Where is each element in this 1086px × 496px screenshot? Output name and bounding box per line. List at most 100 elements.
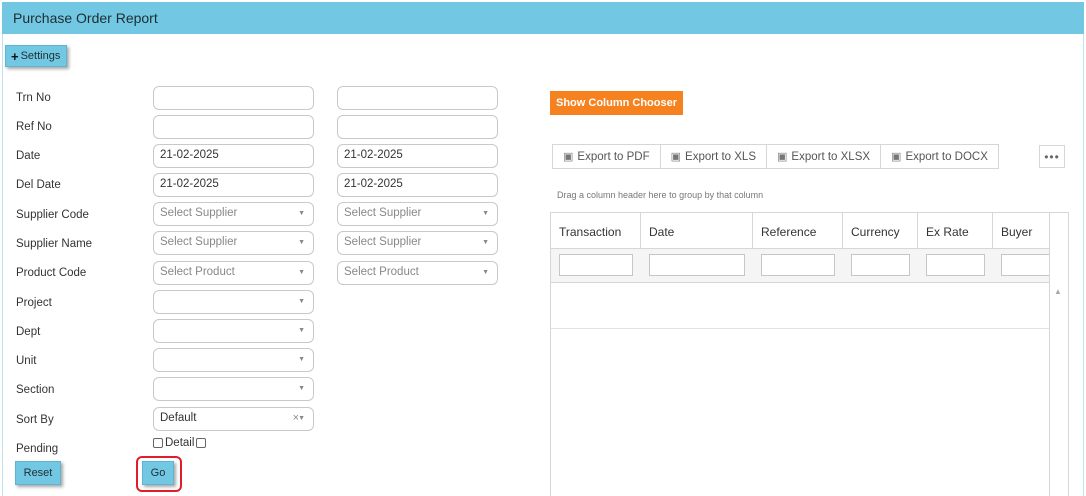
date-to-input[interactable]: 21-02-2025 bbox=[337, 144, 498, 168]
column-header-date[interactable]: Date bbox=[641, 213, 753, 249]
del-date-from-input[interactable]: 21-02-2025 bbox=[153, 173, 314, 197]
label-project: Project bbox=[16, 297, 52, 309]
product-code-to-select[interactable]: Select Product ▼ bbox=[337, 261, 498, 285]
export-pdf-label: Export to PDF bbox=[577, 150, 650, 163]
del-date-to-value: 21-02-2025 bbox=[344, 178, 403, 190]
column-header-ex-rate[interactable]: Ex Rate bbox=[918, 213, 993, 249]
supplier-name-to-placeholder: Select Supplier bbox=[344, 236, 422, 248]
del-date-to-input[interactable]: 21-02-2025 bbox=[337, 173, 498, 197]
settings-label: Settings bbox=[20, 50, 61, 62]
label-unit: Unit bbox=[16, 355, 37, 367]
product-code-to-placeholder: Select Product bbox=[344, 266, 419, 278]
supplier-code-from-select[interactable]: Select Supplier ▼ bbox=[153, 202, 314, 226]
export-icon: ▣ bbox=[891, 151, 902, 163]
filter-cell-buyer bbox=[993, 249, 1049, 283]
label-supplier-code: Supplier Code bbox=[16, 209, 89, 221]
label-dept: Dept bbox=[16, 326, 41, 338]
supplier-code-to-select[interactable]: Select Supplier ▼ bbox=[337, 202, 498, 226]
header-row: Transaction Date Reference Currency Ex R… bbox=[551, 213, 1049, 249]
filter-row bbox=[551, 249, 1049, 283]
export-icon: ▣ bbox=[777, 151, 788, 163]
project-select[interactable]: ▼ bbox=[153, 290, 314, 314]
grid-row-separator bbox=[551, 328, 1049, 329]
chevron-down-icon: ▼ bbox=[298, 385, 305, 392]
detail-checkbox[interactable] bbox=[196, 438, 207, 448]
filter-input-buyer[interactable] bbox=[1001, 254, 1049, 276]
export-docx-button[interactable]: ▣ Export to DOCX bbox=[881, 145, 998, 168]
dept-select[interactable]: ▼ bbox=[153, 319, 314, 343]
title-bar: Purchase Order Report bbox=[2, 2, 1084, 34]
label-trn-no: Trn No bbox=[16, 92, 51, 104]
reset-button[interactable]: Reset bbox=[15, 461, 61, 485]
supplier-code-to-placeholder: Select Supplier bbox=[344, 207, 422, 219]
supplier-name-from-placeholder: Select Supplier bbox=[160, 236, 238, 248]
filter-input-currency[interactable] bbox=[851, 254, 910, 276]
label-del-date: Del Date bbox=[16, 179, 61, 191]
chevron-down-icon: ▼ bbox=[482, 269, 489, 276]
chevron-down-icon: ▼ bbox=[298, 239, 305, 246]
scroll-up-icon[interactable]: ▲ bbox=[1054, 287, 1062, 296]
page-title: Purchase Order Report bbox=[13, 10, 158, 26]
export-toolbar: ▣ Export to PDF ▣ Export to XLS ▣ Export to… bbox=[552, 144, 999, 169]
ref-no-to-input[interactable] bbox=[337, 115, 498, 139]
export-docx-label: Export to DOCX bbox=[905, 150, 988, 163]
export-xls-button[interactable]: ▣ Export to XLS bbox=[661, 145, 767, 168]
filter-input-transaction[interactable] bbox=[559, 254, 633, 276]
ref-no-from-input[interactable] bbox=[153, 115, 314, 139]
trn-no-from-input[interactable] bbox=[153, 86, 314, 110]
trn-no-to-input[interactable] bbox=[337, 86, 498, 110]
pending-checkbox[interactable] bbox=[153, 438, 163, 448]
filter-cell-date bbox=[641, 249, 753, 283]
column-header-currency[interactable]: Currency bbox=[843, 213, 918, 249]
data-grid: Transaction Date Reference Currency Ex R… bbox=[550, 212, 1069, 496]
filter-input-date[interactable] bbox=[649, 254, 745, 276]
chevron-down-icon: ▼ bbox=[298, 210, 305, 217]
chevron-down-icon: ▼ bbox=[298, 356, 305, 363]
show-column-chooser-button[interactable]: Show Column Chooser bbox=[550, 91, 683, 115]
del-date-from-value: 21-02-2025 bbox=[160, 178, 219, 190]
detail-label: Detail bbox=[165, 437, 195, 449]
chevron-down-icon: ▼ bbox=[482, 239, 489, 246]
sort-by-value: Default bbox=[160, 412, 197, 424]
supplier-code-from-placeholder: Select Supplier bbox=[160, 207, 238, 219]
plus-icon: + bbox=[11, 48, 19, 64]
supplier-name-from-select[interactable]: Select Supplier ▼ bbox=[153, 231, 314, 255]
chevron-down-icon: ▼ bbox=[298, 327, 305, 334]
label-ref-no: Ref No bbox=[16, 121, 52, 133]
date-from-value: 21-02-2025 bbox=[160, 149, 219, 161]
supplier-name-to-select[interactable]: Select Supplier ▼ bbox=[337, 231, 498, 255]
label-sort-by: Sort By bbox=[16, 414, 54, 426]
export-xls-label: Export to XLS bbox=[685, 150, 756, 163]
filter-cell-reference bbox=[753, 249, 843, 283]
filter-input-ex-rate[interactable] bbox=[926, 254, 985, 276]
label-date: Date bbox=[16, 150, 41, 162]
export-icon: ▣ bbox=[670, 151, 682, 163]
filter-cell-ex-rate bbox=[918, 249, 993, 283]
sort-by-select[interactable]: Default × ▼ bbox=[153, 407, 314, 431]
export-xlsx-button[interactable]: ▣ Export to XLSX bbox=[767, 145, 882, 168]
column-header-transaction[interactable]: Transaction bbox=[551, 213, 641, 249]
filter-cell-transaction bbox=[551, 249, 641, 283]
filter-cell-currency bbox=[843, 249, 918, 283]
chevron-down-icon: ▼ bbox=[298, 415, 305, 422]
product-code-from-placeholder: Select Product bbox=[160, 266, 235, 278]
date-from-input[interactable]: 21-02-2025 bbox=[153, 144, 314, 168]
date-to-value: 21-02-2025 bbox=[344, 149, 403, 161]
more-options-button[interactable]: ••• bbox=[1039, 145, 1065, 168]
group-panel-hint: Drag a column header here to group by th… bbox=[557, 190, 764, 200]
product-code-from-select[interactable]: Select Product ▼ bbox=[153, 261, 314, 285]
column-header-reference[interactable]: Reference bbox=[753, 213, 843, 249]
export-pdf-button[interactable]: ▣ Export to PDF bbox=[553, 145, 661, 168]
settings-button[interactable]: + Settings bbox=[5, 45, 68, 67]
go-button[interactable]: Go bbox=[142, 461, 174, 485]
unit-select[interactable]: ▼ bbox=[153, 348, 314, 372]
label-supplier-name: Supplier Name bbox=[16, 238, 93, 250]
export-icon: ▣ bbox=[563, 151, 574, 163]
section-select[interactable]: ▼ bbox=[153, 377, 314, 401]
filter-input-reference[interactable] bbox=[761, 254, 835, 276]
column-header-buyer[interactable]: Buyer bbox=[993, 213, 1049, 249]
chevron-down-icon: ▼ bbox=[298, 298, 305, 305]
chevron-down-icon: ▼ bbox=[482, 210, 489, 217]
export-xlsx-label: Export to XLSX bbox=[791, 150, 871, 163]
label-product-code: Product Code bbox=[16, 267, 87, 279]
